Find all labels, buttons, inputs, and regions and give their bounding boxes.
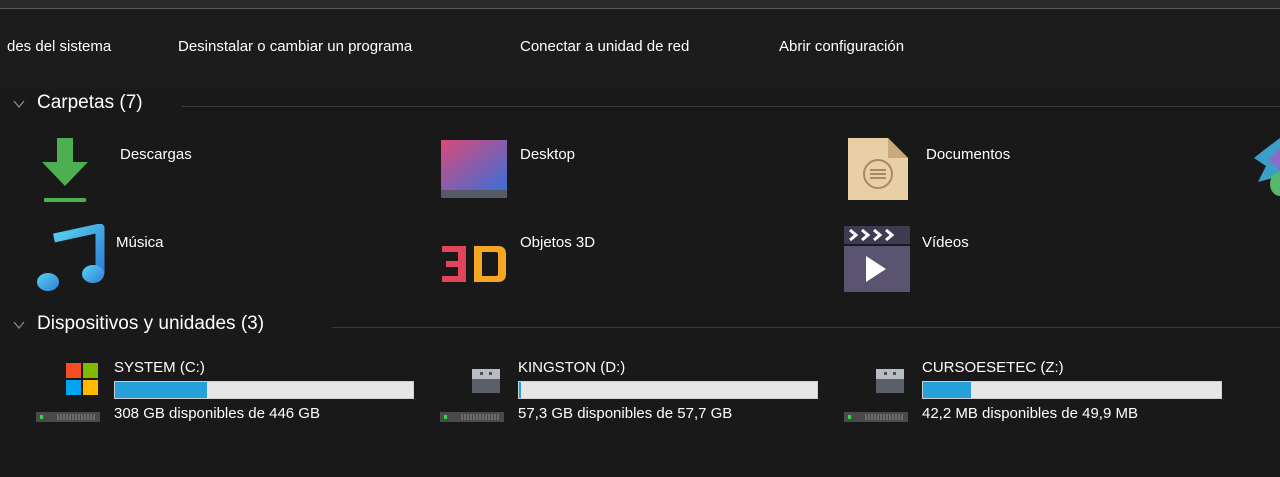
drive-name: KINGSTON (D:) [518, 359, 626, 376]
folder-label: Desktop [520, 146, 576, 163]
drive-usage-fill [115, 382, 208, 398]
music-folder-icon [37, 224, 105, 291]
drive-free-space: 57,3 GB disponibles de 57,7 GB [518, 405, 733, 422]
section-divider [332, 327, 1280, 328]
desktop-folder-icon [441, 140, 507, 198]
videos-folder-icon [844, 226, 910, 292]
usb-drive-icon [876, 369, 904, 393]
folder-label: Documentos [926, 146, 1011, 163]
folder-label: Descargas [120, 146, 192, 163]
folder-label: Música [116, 234, 164, 251]
drive-name: SYSTEM (C:) [114, 359, 205, 376]
toolbar-map-network-drive[interactable]: Conectar a unidad de red [520, 38, 689, 55]
hard-drive-icon [440, 412, 504, 422]
folder-objetos-3d[interactable]: Objetos 3D [440, 224, 820, 300]
hard-drive-icon [36, 412, 100, 422]
devices-section-title: Dispositivos y unidades (3) [37, 313, 265, 334]
folder-musica[interactable]: Música [36, 224, 416, 300]
section-divider [182, 106, 1280, 107]
drive-kingston-d[interactable]: KINGSTON (D:) 57,3 GB disponibles de 57,… [440, 359, 840, 439]
folder-videos[interactable]: Vídeos [842, 224, 1222, 300]
chevron-down-icon[interactable] [12, 97, 26, 111]
folder-desktop[interactable]: Desktop [440, 136, 820, 212]
drive-cursoesetec-z[interactable]: CURSOESETEC (Z:) 42,2 MB disponibles de … [844, 359, 1244, 439]
hard-drive-icon [844, 412, 908, 422]
command-toolbar: des del sistema Desinstalar o cambiar un… [0, 9, 1280, 89]
pictures-folder-icon[interactable] [1254, 136, 1280, 200]
folder-descargas[interactable]: Descargas [40, 136, 420, 212]
drive-usage-bar [922, 381, 1222, 399]
folder-label: Vídeos [922, 234, 969, 251]
drive-usage-bar [114, 381, 414, 399]
devices-section-header[interactable]: Dispositivos y unidades (3) [12, 313, 1280, 341]
windows-drive-icon [66, 363, 98, 395]
drive-free-space: 308 GB disponibles de 446 GB [114, 405, 320, 422]
drive-usage-fill [923, 382, 971, 398]
folder-label: Objetos 3D [520, 234, 596, 251]
folders-section-header[interactable]: Carpetas (7) [12, 92, 1280, 120]
drive-system-c[interactable]: SYSTEM (C:) 308 GB disponibles de 446 GB [36, 359, 436, 439]
drive-usage-fill [519, 382, 522, 398]
window-top-border [0, 0, 1280, 9]
toolbar-open-settings[interactable]: Abrir configuración [779, 38, 904, 55]
toolbar-uninstall-program[interactable]: Desinstalar o cambiar un programa [178, 38, 412, 55]
folder-documentos[interactable]: Documentos [846, 136, 1226, 212]
download-folder-icon [42, 138, 88, 202]
3d-objects-folder-icon [442, 246, 506, 282]
chevron-down-icon[interactable] [12, 318, 26, 332]
documents-folder-icon [848, 138, 908, 200]
drive-name: CURSOESETEC (Z:) [922, 359, 1064, 376]
drive-usage-bar [518, 381, 818, 399]
toolbar-system-properties[interactable]: des del sistema [7, 38, 111, 55]
usb-drive-icon [472, 369, 500, 393]
drive-free-space: 42,2 MB disponibles de 49,9 MB [922, 405, 1138, 422]
folders-section-title: Carpetas (7) [37, 92, 143, 113]
